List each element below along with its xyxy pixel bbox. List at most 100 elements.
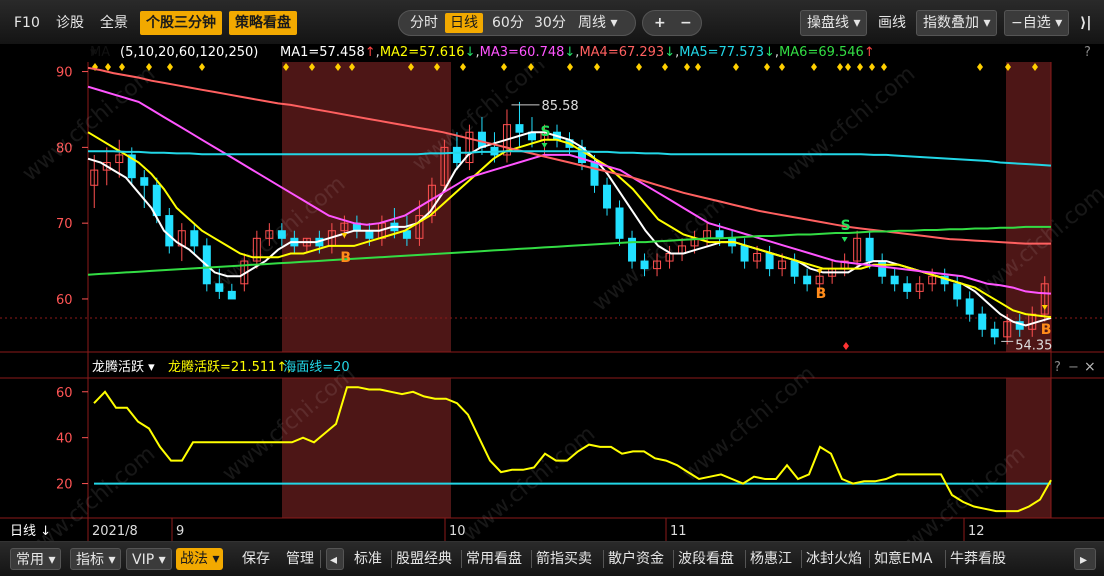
zoom-out-button[interactable]: − (675, 13, 697, 33)
sub-value-1: 海面线=20 (283, 360, 349, 375)
separator (391, 550, 392, 568)
low-annotation: 54.35 (1015, 338, 1052, 353)
exit-icon[interactable]: ⟩| (1074, 11, 1098, 35)
indicator-tab-2[interactable]: 常用看盘 (466, 548, 522, 570)
help-icon[interactable]: ? (1084, 44, 1091, 62)
daily-tab[interactable]: 日线 (445, 13, 483, 33)
sub-tick-label: 40 (56, 432, 73, 447)
buy-signal-label: B (340, 250, 351, 266)
candle-body (903, 283, 912, 292)
stock-3min-button[interactable]: 个股三分钟 (140, 11, 222, 35)
separator (745, 550, 746, 568)
price-tick-label: 70 (56, 217, 73, 232)
ma-info-bar: MA ▾ (5,10,20,60,120,250) MA1=57.458↑,MA2… (0, 44, 1104, 62)
ma-value-3: MA3=60.748 (479, 45, 565, 60)
caret-down-icon: ▾ (108, 552, 116, 568)
indicator-tab-3[interactable]: 箭指买卖 (536, 548, 592, 570)
indicator-tab-5[interactable]: 波段看盘 (678, 548, 734, 570)
ma-value-1: MA1=57.458 (280, 45, 365, 60)
watchlist-label: 自选 (1022, 15, 1051, 31)
sub-indicator-dropdown[interactable]: 龙腾活跃 ▾ (92, 359, 155, 375)
strategy-button[interactable]: 策略看盘 (229, 11, 297, 35)
watchlist-dropdown[interactable]: −自选 ▾ (1004, 10, 1070, 36)
candle-body (603, 184, 612, 209)
ma-params: (5,10,20,60,120,250) (120, 45, 259, 60)
weekly-dropdown[interactable]: 周线 ▾ (573, 13, 622, 33)
period-selector: 分时 日线 60分 30分 周线 ▾ (398, 10, 636, 36)
candle-body (803, 275, 812, 285)
ma-trend-arrow-3: ↓ (564, 45, 576, 60)
bottom-action-1[interactable]: 管理 (286, 548, 314, 570)
ma-values: MA1=57.458↑,MA2=57.616↓,MA3=60.748↓,MA4=… (280, 45, 875, 60)
ma-value-2: MA2=57.616 (379, 45, 465, 60)
buy-signal-label: B (1041, 322, 1052, 338)
ma-trend-arrow-4: ↓ (664, 45, 676, 60)
caret-down-icon: ▾ (48, 552, 56, 568)
candle-body (165, 215, 174, 247)
candle-body (990, 328, 999, 338)
indicator-tab-9[interactable]: 牛莽看股 (950, 548, 1006, 570)
caret-down-icon: ▾ (158, 552, 166, 568)
indicator-tab-6[interactable]: 杨惠江 (750, 548, 792, 570)
bottom-action-0[interactable]: 保存 (242, 548, 270, 570)
indicator-tab-4[interactable]: 散户资金 (608, 548, 664, 570)
diagnose-button[interactable]: 诊股 (50, 11, 90, 35)
candle-body (590, 162, 599, 186)
sell-signal-label: S (841, 218, 851, 234)
bottom-tab-1[interactable]: 指标 ▾ (70, 548, 122, 570)
zoom-in-button[interactable]: + (649, 13, 671, 33)
f10-button[interactable]: F10 (8, 11, 46, 35)
candle-body (227, 290, 236, 300)
scroll-left-icon[interactable]: ◂ (326, 548, 344, 570)
minus-icon: − (1011, 15, 1023, 31)
draw-button[interactable]: 画线 (872, 11, 912, 35)
bottom-tab-2[interactable]: VIP ▾ (126, 548, 172, 570)
panorama-button[interactable]: 全景 (94, 11, 134, 35)
candle-body (152, 184, 161, 217)
candle-body (215, 283, 224, 292)
candle-body (790, 260, 799, 277)
candle-body (190, 230, 199, 247)
bottom-tab-label: 指标 (76, 552, 104, 568)
indicator-tab-7[interactable]: 冰封火焰 (806, 548, 862, 570)
index-overlay-dropdown[interactable]: 指数叠加 ▾ (916, 10, 998, 36)
sub-value-0: 龙腾活跃=21.511↑, (168, 359, 291, 375)
trade-line-dropdown[interactable]: 操盘线 ▾ (800, 10, 868, 36)
index-overlay-label: 指数叠加 (923, 15, 979, 31)
high-annotation: 85.58 (541, 99, 578, 114)
scroll-right-icon[interactable]: ▸ (1074, 548, 1096, 570)
sub-tick-label: 20 (56, 478, 73, 493)
minimize-icon[interactable]: − (1068, 360, 1079, 375)
candle-body (277, 230, 286, 239)
top-toolbar: F10 诊股 全景 个股三分钟 策略看盘 分时 日线 60分 30分 周线 ▾ … (0, 0, 1104, 45)
candle-body (715, 230, 724, 239)
x-tick-label: 2021/8 (92, 524, 138, 539)
indicator-tab-1[interactable]: 股盟经典 (396, 548, 452, 570)
candle-body (615, 207, 624, 239)
candle-body (452, 146, 461, 164)
zoom-group: + − (642, 10, 702, 36)
close-icon[interactable]: × (1084, 359, 1096, 375)
candle-body (978, 313, 987, 330)
ma-value-4: MA4=67.293 (579, 45, 665, 60)
indicator-tab-8[interactable]: 如意EMA (874, 548, 933, 570)
help-icon[interactable]: ? (1054, 360, 1061, 375)
chart-area[interactable]: 90807060www.cfchi.comwww.cfchi.comwww.cf… (0, 62, 1104, 541)
min60-tab[interactable]: 60分 (487, 13, 529, 33)
candle-body (477, 131, 486, 148)
min30-tab[interactable]: 30分 (529, 13, 571, 33)
indicator-tab-0[interactable]: 标准 (354, 548, 382, 570)
period-label: 日线 ↓ (10, 524, 51, 539)
timeshare-tab[interactable]: 分时 (405, 13, 443, 33)
separator (945, 550, 946, 568)
ma-value-6: MA6=69.546 (779, 45, 864, 60)
ma-trend-arrow-1: ↑ (364, 45, 376, 60)
sell-signal-label: S (540, 124, 550, 140)
x-tick-label: 10 (449, 524, 466, 539)
bottom-tab-3[interactable]: 战法 ▾ (176, 548, 224, 570)
caret-down-icon: ▾ (90, 45, 97, 60)
ma-value-5: MA5=77.573 (679, 45, 765, 60)
x-tick-label: 9 (176, 524, 184, 539)
bottom-tab-0[interactable]: 常用 ▾ (10, 548, 62, 570)
caret-down-icon: ▾ (212, 551, 220, 567)
